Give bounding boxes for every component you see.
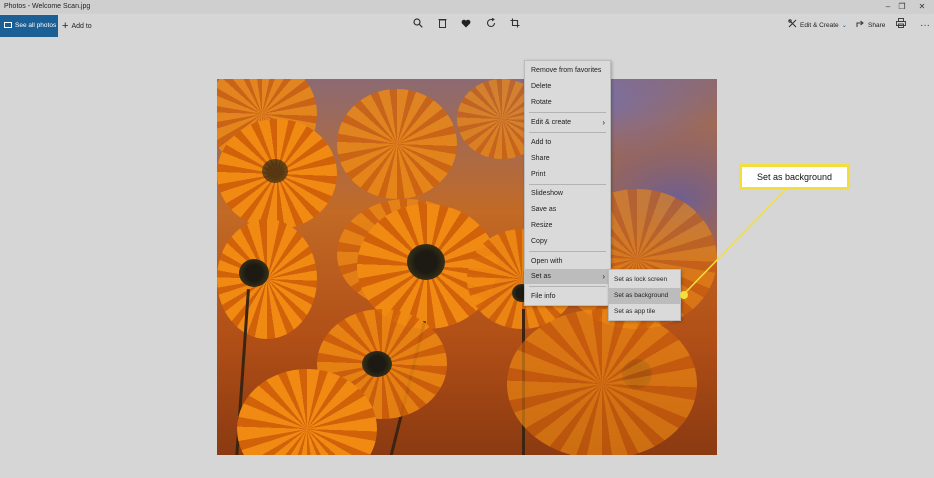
callout-line: [683, 189, 786, 295]
callout-connector: [680, 189, 786, 299]
callout-dot: [680, 291, 688, 299]
callout-label: Set as background: [739, 164, 850, 190]
